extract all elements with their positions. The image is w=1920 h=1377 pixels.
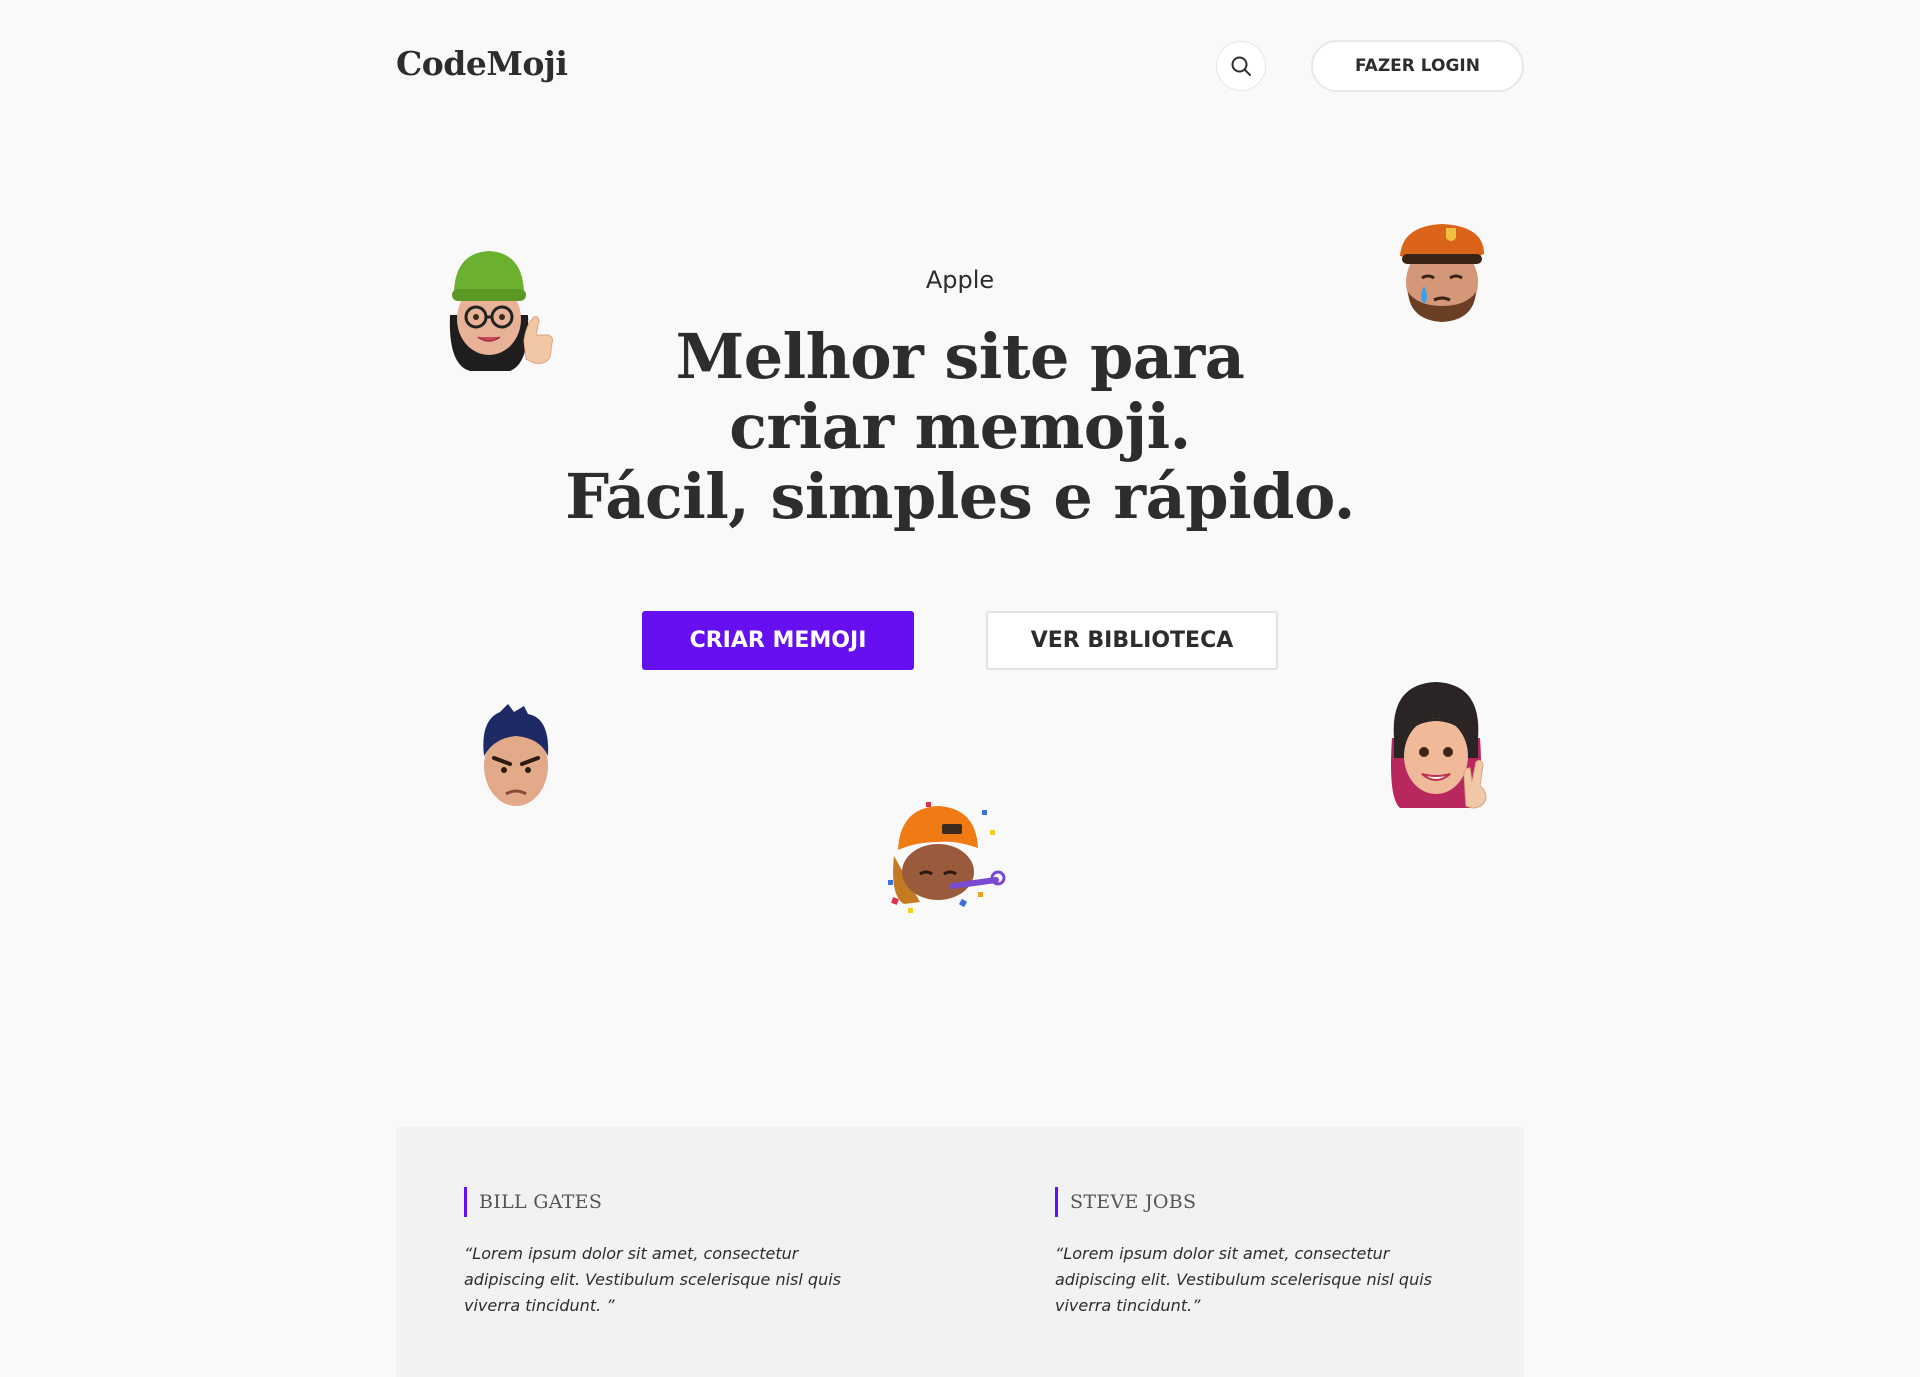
hero-eyebrow: Apple	[925, 266, 995, 294]
memoji-party-orange-cap-image	[888, 802, 1006, 913]
testimonial-card: STEVE JOBS “Lorem ipsum dolor sit amet, …	[1055, 1187, 1475, 1319]
testimonial-quote: “Lorem ipsum dolor sit amet, consectetur…	[1055, 1244, 1432, 1315]
create-memoji-button[interactable]: CRIAR MEMOJI	[642, 611, 914, 670]
search-button[interactable]	[1216, 41, 1266, 91]
testimonial-quote: “Lorem ipsum dolor sit amet, consectetur…	[464, 1244, 841, 1315]
view-library-button[interactable]: VER BIBLIOTECA	[986, 611, 1278, 670]
memoji-girl-peace-sign-image	[1391, 682, 1487, 809]
memoji-crying-man-beret-image	[1400, 224, 1484, 322]
testimonial-author: BILL GATES	[464, 1187, 884, 1217]
testimonial-card: BILL GATES “Lorem ipsum dolor sit amet, …	[464, 1187, 884, 1319]
memoji-girl-green-beanie-image	[449, 251, 553, 371]
hero-title-line: Fácil, simples e rápido.	[565, 460, 1355, 533]
logo[interactable]: CodeMoji	[396, 44, 568, 83]
memoji-angry-man-blue-hair-image	[483, 704, 549, 806]
hero-title-line: Melhor site para	[675, 320, 1245, 393]
search-icon	[1231, 56, 1251, 76]
login-button[interactable]: FAZER LOGIN	[1311, 40, 1524, 92]
testimonials-section: BILL GATES “Lorem ipsum dolor sit amet, …	[396, 1127, 1524, 1377]
landing-page: CodeMoji FAZER LOGIN Apple Melhor site p…	[0, 0, 1920, 1377]
hero-title-line: criar memoji.	[729, 390, 1191, 463]
hero-title: Melhor site para criar memoji. Fácil, si…	[0, 322, 1920, 532]
testimonial-author: STEVE JOBS	[1055, 1187, 1475, 1217]
